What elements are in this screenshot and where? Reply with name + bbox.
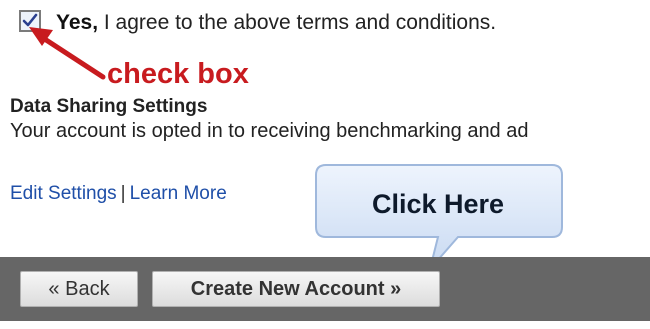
- annotation-arrow-icon: [29, 27, 106, 80]
- terms-agreement-label: Yes, I agree to the above terms and cond…: [56, 10, 496, 36]
- create-account-button[interactable]: Create New Account »: [152, 271, 440, 307]
- data-sharing-description: Your account is opted in to receiving be…: [10, 120, 529, 142]
- callout-label: Click Here: [371, 189, 505, 219]
- edit-settings-link[interactable]: Edit Settings: [10, 183, 117, 204]
- action-bar: « Back Create New Account »: [0, 257, 650, 321]
- bottom-strip: [0, 321, 650, 329]
- link-separator: |: [120, 183, 126, 204]
- learn-more-link[interactable]: Learn More: [130, 183, 227, 204]
- data-sharing-title: Data Sharing Settings: [10, 96, 208, 117]
- settings-links: Edit Settings | Learn More: [10, 182, 227, 206]
- checkbox-annotation-label: check box: [107, 58, 249, 90]
- back-button[interactable]: « Back: [20, 271, 138, 307]
- terms-text: I agree to the above terms and condition…: [98, 11, 497, 34]
